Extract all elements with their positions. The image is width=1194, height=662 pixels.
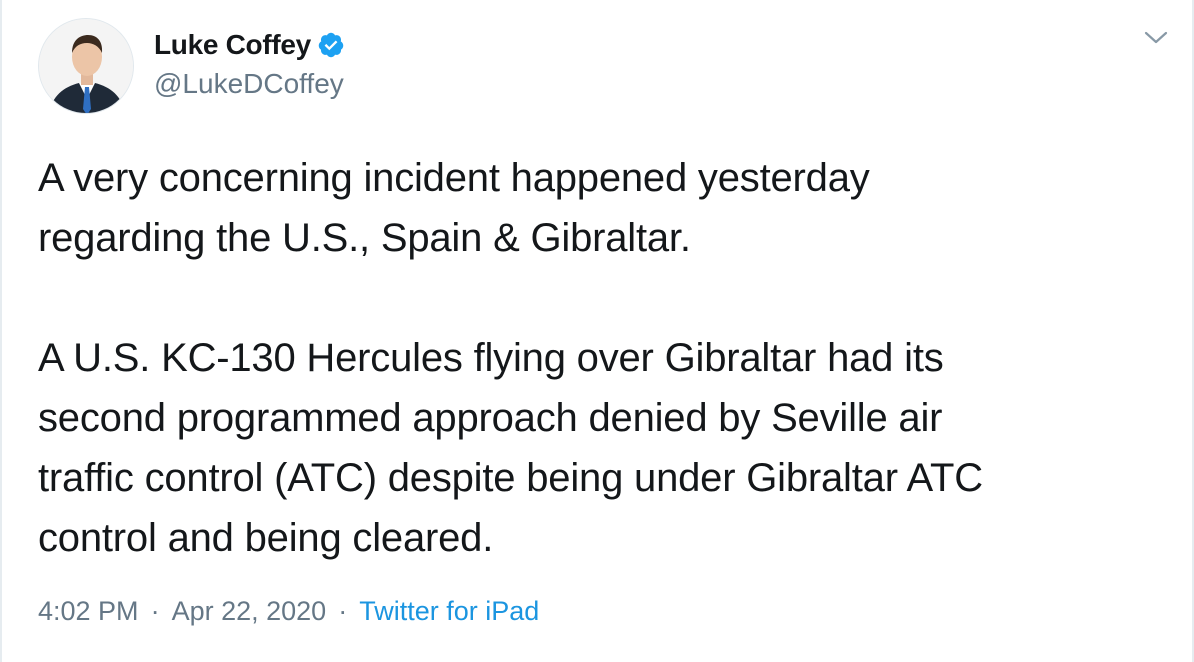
author-handle[interactable]: @LukeDCoffey <box>154 68 344 100</box>
tweet-time[interactable]: 4:02 PM <box>38 596 139 627</box>
tweet-body: A very concerning incident happened yest… <box>38 148 1158 568</box>
tweet-metadata: 4:02 PM · Apr 22, 2020 · Twitter for iPa… <box>38 596 539 627</box>
verified-badge-icon <box>318 32 344 58</box>
tweet-source-link[interactable]: Twitter for iPad <box>359 596 539 627</box>
author-display-name[interactable]: Luke Coffey <box>154 29 311 61</box>
meta-separator: · <box>338 596 348 626</box>
meta-separator: · <box>150 596 160 626</box>
tweet-date[interactable]: Apr 22, 2020 <box>172 596 327 627</box>
author-avatar[interactable] <box>38 18 134 114</box>
tweet-paragraph-1: A very concerning incident happened yest… <box>38 156 870 260</box>
chevron-down-icon[interactable] <box>1142 28 1170 48</box>
avatar-photo <box>39 19 133 113</box>
tweet-card: Luke Coffey @LukeDCoffey A very concerni… <box>0 0 1194 662</box>
tweet-paragraph-2: A U.S. KC-130 Hercules flying over Gibra… <box>38 336 983 560</box>
author-name-row[interactable]: Luke Coffey <box>154 29 345 61</box>
